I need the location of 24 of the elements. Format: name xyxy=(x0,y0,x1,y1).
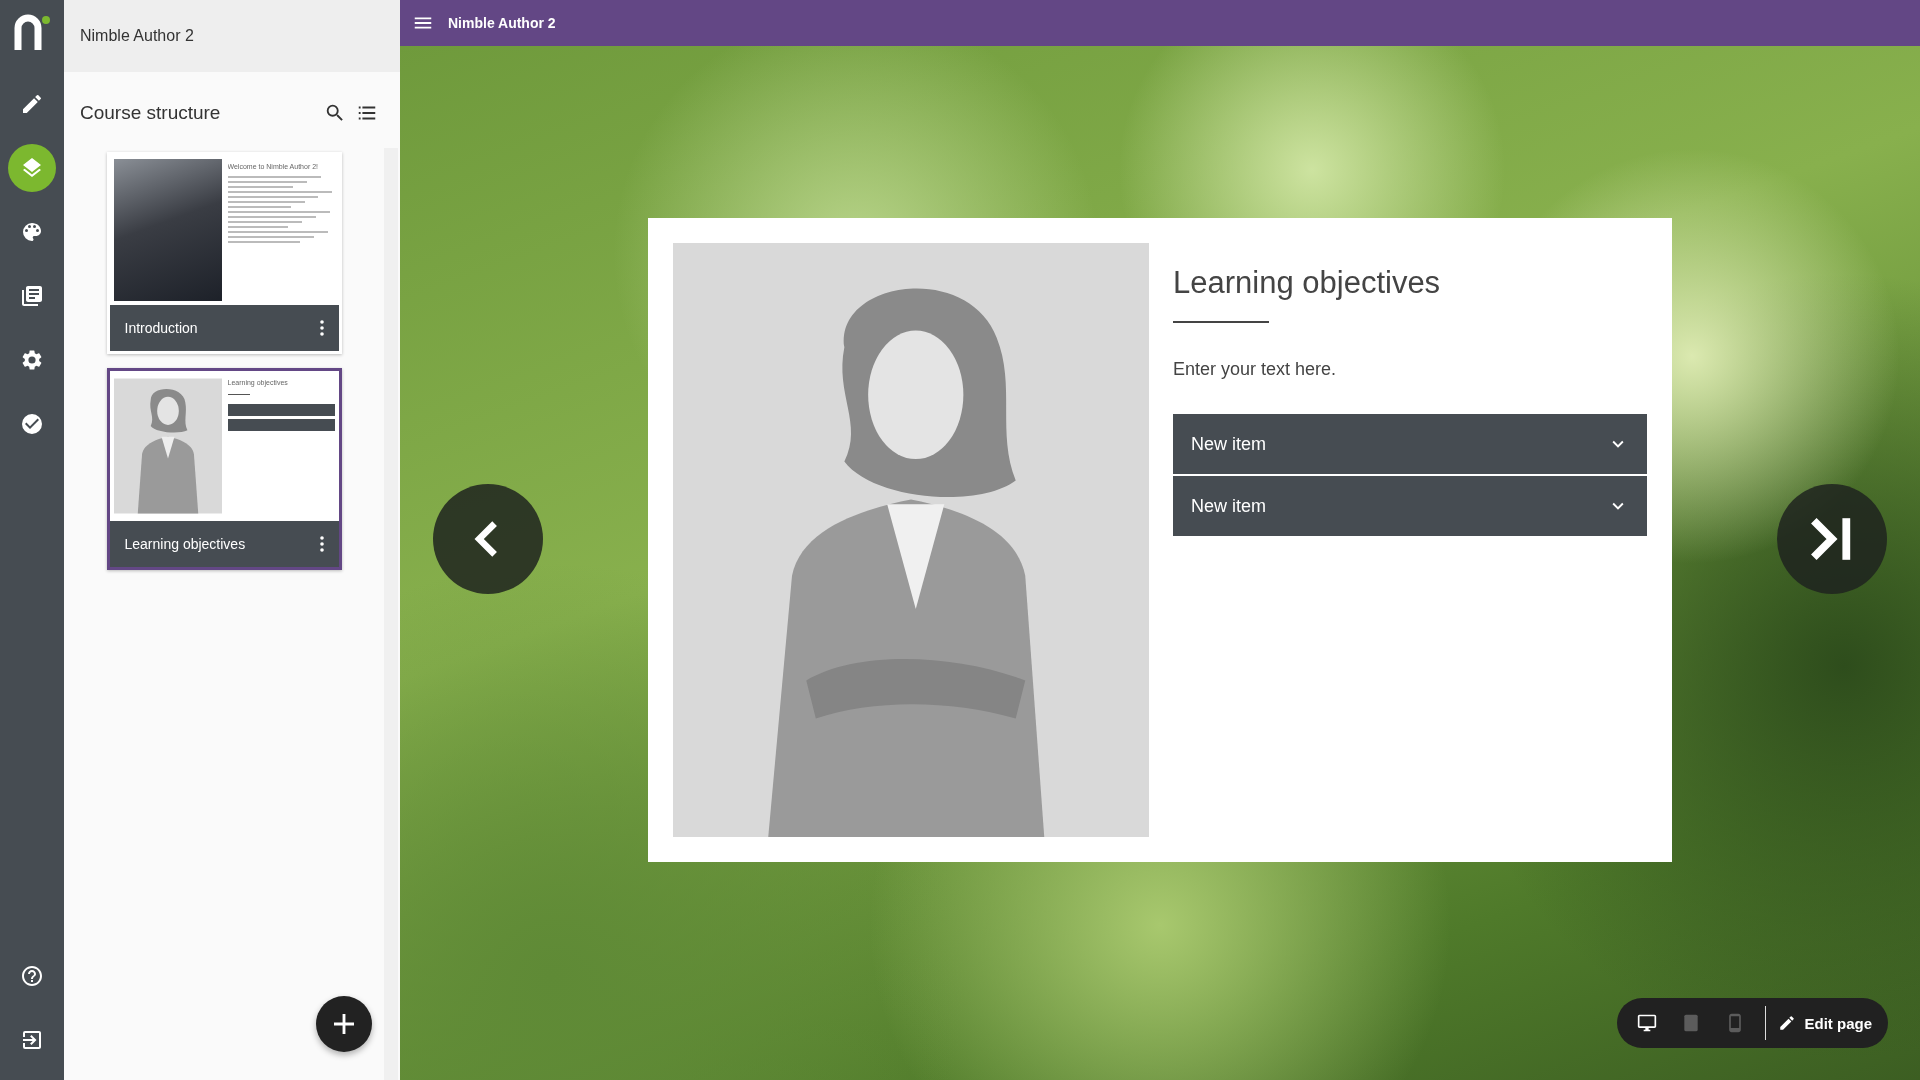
app-title: Nimble Author 2 xyxy=(448,15,556,31)
sidebar-heading: Course structure xyxy=(80,102,222,124)
accordion-item[interactable]: New item xyxy=(1173,414,1647,474)
pencil-icon xyxy=(1778,1014,1797,1032)
palette-icon xyxy=(20,220,44,244)
settings-icon xyxy=(20,348,44,372)
book-icon xyxy=(20,284,44,308)
exit-icon xyxy=(20,1028,44,1052)
help-icon xyxy=(20,964,44,988)
pencil-icon xyxy=(20,92,44,116)
app-title: Nimble Author 2 xyxy=(80,27,194,45)
edit-page-button[interactable]: Edit page xyxy=(1778,1014,1872,1032)
checkmark-icon xyxy=(20,412,44,436)
plus-icon xyxy=(334,1014,354,1034)
more-icon[interactable] xyxy=(318,319,325,337)
add-button[interactable] xyxy=(316,996,372,1052)
accordion-item[interactable]: New item xyxy=(1173,476,1647,536)
monitor-icon xyxy=(1637,1013,1658,1033)
more-icon[interactable] xyxy=(318,535,325,553)
search-icon[interactable] xyxy=(324,102,346,124)
rule-line xyxy=(227,394,250,395)
body-text: Enter your text here. xyxy=(1173,359,1338,380)
page-title: Learning objectives xyxy=(1173,265,1442,301)
layers-button[interactable] xyxy=(8,144,56,192)
